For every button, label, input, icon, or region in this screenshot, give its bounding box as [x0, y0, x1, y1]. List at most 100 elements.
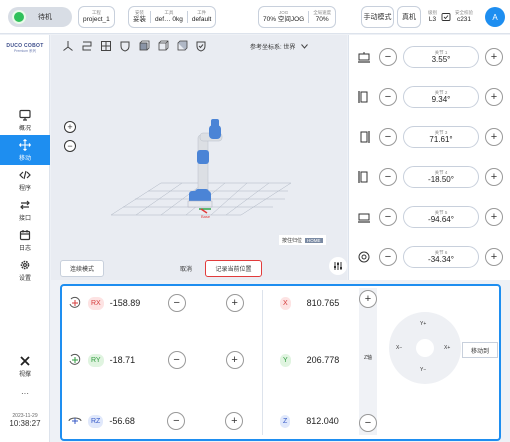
rx-plus-button[interactable]: + [225, 294, 244, 312]
side-view-button[interactable] [156, 39, 169, 52]
global-speed-value: 70% [315, 16, 329, 23]
x-value: 810.765 [306, 298, 340, 308]
manual-mode-button[interactable]: 手动模式 [361, 6, 394, 28]
jog-pad-center [416, 339, 434, 357]
coordinate-system-select[interactable]: 参考坐标系: 世界 [246, 39, 336, 53]
rz-minus-button[interactable]: − [167, 412, 186, 430]
rz-plus-button[interactable]: + [225, 412, 244, 430]
sidebar-item-label: 日志 [18, 245, 31, 252]
divider [262, 290, 263, 435]
y-axis-tag: Y [280, 353, 291, 367]
ry-plus-button[interactable]: + [225, 351, 244, 369]
path-view-button[interactable] [80, 39, 93, 52]
zoom-in-button[interactable]: + [64, 121, 76, 133]
sidebar-item-log[interactable]: 日志 [0, 225, 50, 255]
joint-2-plus-button[interactable]: + [485, 88, 503, 106]
top-view-button[interactable] [175, 39, 188, 52]
y-plus-button[interactable]: Y+ [420, 321, 426, 327]
joint-value: -94.64° [428, 214, 454, 224]
grid-layout-icon [100, 40, 111, 51]
x-minus-button[interactable]: X− [396, 345, 402, 351]
z-minus-button[interactable]: − [359, 414, 377, 432]
sidebar-item-interface[interactable]: 接口 [0, 195, 50, 225]
ry-minus-button[interactable]: − [167, 351, 186, 369]
robot-status-toggle[interactable]: 待机 [8, 7, 72, 27]
joint-3-plus-button[interactable]: + [485, 128, 503, 146]
z-plus-button[interactable]: + [359, 290, 377, 308]
sidebar-item-label: 接口 [18, 215, 31, 222]
user-avatar[interactable]: A [485, 7, 505, 27]
rotate-x-icon [69, 296, 81, 308]
sidebar-item-label: 程序 [18, 185, 31, 192]
joint-row-4: − 关节 4 -18.50° + [349, 162, 510, 192]
robot-control-app: 待机 工程 project_1 安装 妥装 工具 def… 0kg 工件 def… [0, 0, 510, 442]
left-sidebar: DUCO COBOT Premium 系列 概况 移动 程序 接口 日志 设置 [0, 35, 50, 442]
project-box[interactable]: 工程 project_1 [78, 6, 115, 28]
joint-4-icon [349, 170, 379, 184]
jog-cell: JOG 70% 空间JOG [259, 7, 308, 27]
ry-value: -18.71 [109, 355, 136, 365]
real-machine-button[interactable]: 真机 [397, 6, 421, 28]
speed-box[interactable]: JOG 70% 空间JOG 全局速度 70% [258, 6, 337, 28]
safety-level-value: L3 [428, 16, 437, 23]
joint-2-minus-button[interactable]: − [379, 88, 397, 106]
rz-axis-tag: RZ [88, 414, 104, 428]
sidebar-item-label: 概况 [18, 125, 31, 132]
y-minus-button[interactable]: Y− [420, 367, 426, 373]
rx-row: RX -158.89 − + [68, 292, 264, 314]
more-button[interactable]: ··· [0, 381, 50, 405]
joint-value: 9.34° [431, 94, 451, 104]
y-value: 206.778 [306, 355, 340, 365]
home-hold-label: 按住归位 [282, 237, 303, 244]
sidebar-item-program[interactable]: 程序 [0, 165, 50, 195]
joint-6-minus-button[interactable]: − [379, 248, 397, 266]
global-speed-cell: 全局速度 70% [309, 7, 335, 27]
joint-1-minus-button[interactable]: − [379, 48, 397, 66]
axis-view-button[interactable] [61, 39, 74, 52]
joint-3-value-box: 关节 3 71.61° [403, 126, 479, 148]
sidebar-item-overview[interactable]: 概况 [0, 105, 50, 135]
rx-value: -158.89 [109, 298, 141, 308]
tool-cell: 工具 def… 0kg [151, 7, 187, 27]
home-hold-button[interactable]: 按住归位 HOME [279, 235, 326, 245]
install-value: 妥装 [133, 16, 146, 23]
rx-minus-button[interactable]: − [167, 294, 186, 312]
ry-row: RY -18.71 − + [68, 349, 264, 371]
layout-view-button[interactable] [99, 39, 112, 52]
joint-6-value-box: 关节 6 -34.34° [403, 246, 479, 268]
joint-1-plus-button[interactable]: + [485, 48, 503, 66]
brand-logo: DUCO COBOT Premium 系列 [4, 43, 46, 54]
emergency-stop-button[interactable]: 视撑 [0, 351, 50, 381]
safety-view-button[interactable] [194, 39, 207, 52]
joint-5-plus-button[interactable]: + [485, 208, 503, 226]
safety-checksum-cell: 安全校验 c231 [451, 6, 477, 28]
robot-3d-viewport[interactable]: 参考坐标系: 世界 + − Base 按住归位 HOME 连续模式 取消 记录当… [51, 35, 347, 280]
gear-icon [20, 260, 30, 269]
record-position-button[interactable]: 记录当前位置 [205, 260, 262, 277]
joint-3-minus-button[interactable]: − [379, 128, 397, 146]
z-axis-bar [359, 288, 377, 435]
sidebar-item-settings[interactable]: 设置 [0, 255, 50, 285]
move-to-button[interactable]: 移动到 [462, 342, 498, 358]
xy-jog-pad[interactable]: Y+ Y− X− X+ [389, 312, 461, 384]
tool-value: def… 0kg [155, 16, 183, 23]
joint-4-minus-button[interactable]: − [379, 168, 397, 186]
robot-3d-scene: Base [110, 119, 292, 219]
continuous-mode-button[interactable]: 连续模式 [60, 260, 104, 277]
safety-box[interactable]: 级别 L3 安全校验 c231 [424, 6, 482, 28]
joint-6-plus-button[interactable]: + [485, 248, 503, 266]
front-view-button[interactable] [137, 39, 150, 52]
rotate-y-icon [69, 353, 81, 365]
x-plus-button[interactable]: X+ [444, 345, 450, 351]
zoom-out-button[interactable]: − [64, 140, 76, 152]
config-box[interactable]: 安装 妥装 工具 def… 0kg 工件 default [128, 6, 217, 28]
sidebar-item-move[interactable]: 移动 [0, 135, 50, 165]
joint-5-value-box: 关节 5 -94.64° [403, 206, 479, 228]
shield-view-button[interactable] [118, 39, 131, 52]
joint-5-minus-button[interactable]: − [379, 208, 397, 226]
base-label: Base [201, 214, 211, 219]
joint-4-plus-button[interactable]: + [485, 168, 503, 186]
settings-sliders-button[interactable] [329, 257, 347, 275]
cancel-button[interactable]: 取消 [172, 260, 200, 277]
cube-side-icon [158, 40, 168, 50]
